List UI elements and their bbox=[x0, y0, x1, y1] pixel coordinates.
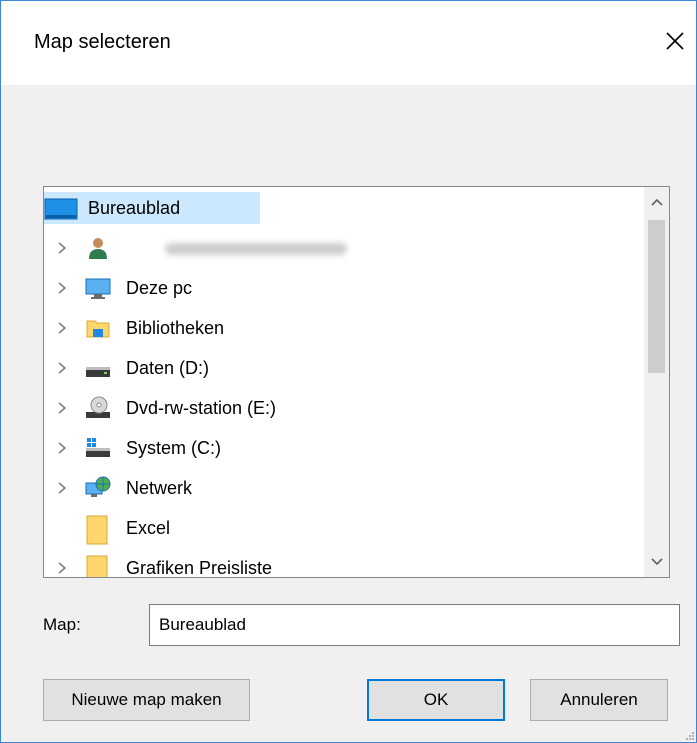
desktop-icon bbox=[44, 198, 78, 220]
system-drive-icon bbox=[85, 435, 111, 461]
blurred-user-name bbox=[165, 243, 347, 255]
tree-item-system-c[interactable]: System (C:) bbox=[44, 430, 644, 466]
resize-grip-icon[interactable] bbox=[685, 731, 695, 741]
dialog-title: Map selecteren bbox=[34, 31, 171, 53]
chevron-right-icon[interactable] bbox=[55, 360, 69, 376]
dvd-drive-icon bbox=[85, 395, 111, 421]
folder-tree-list: Bureaublad Deze pc Bibliotheken Daten (D… bbox=[44, 187, 644, 577]
scroll-down-button[interactable] bbox=[644, 547, 669, 577]
tree-item-daten-d[interactable]: Daten (D:) bbox=[44, 350, 644, 386]
folder-select-dialog: Map selecteren Bureaublad Deze pc Biblio… bbox=[0, 0, 697, 743]
close-icon bbox=[666, 32, 684, 50]
chevron-right-icon[interactable] bbox=[55, 320, 69, 336]
folder-icon bbox=[85, 515, 111, 545]
drive-icon bbox=[85, 355, 111, 381]
computer-icon bbox=[85, 275, 111, 301]
folder-name-input[interactable] bbox=[149, 604, 680, 646]
chevron-right-icon[interactable] bbox=[55, 240, 69, 256]
tree-item-label: Excel bbox=[126, 518, 171, 538]
tree-item-dvd-rw-station[interactable]: Dvd-rw-station (E:) bbox=[44, 390, 644, 426]
tree-item-label: System (C:) bbox=[126, 438, 222, 458]
tree-item-label: Bibliotheken bbox=[126, 318, 225, 338]
tree-item-label: Grafiken Preisliste bbox=[126, 558, 273, 577]
chevron-right-icon[interactable] bbox=[55, 480, 69, 496]
tree-item-label: Deze pc bbox=[126, 278, 193, 298]
chevron-down-icon bbox=[650, 558, 663, 566]
close-button[interactable] bbox=[657, 23, 693, 59]
tree-item-excel[interactable]: Excel bbox=[44, 510, 644, 546]
chevron-right-icon[interactable] bbox=[55, 440, 69, 456]
user-icon bbox=[85, 235, 111, 261]
tree-item-netwerk[interactable]: Netwerk bbox=[44, 470, 644, 506]
scrollbar-thumb[interactable] bbox=[648, 220, 665, 373]
network-icon bbox=[85, 475, 111, 501]
chevron-right-icon[interactable] bbox=[55, 280, 69, 296]
chevron-right-icon[interactable] bbox=[55, 400, 69, 416]
scroll-up-button[interactable] bbox=[644, 187, 669, 217]
tree-item-label: Daten (D:) bbox=[126, 358, 210, 378]
tree-item-label: Bureaublad bbox=[88, 198, 181, 218]
title-bar: Map selecteren bbox=[1, 1, 696, 85]
cancel-button[interactable]: Annuleren bbox=[530, 679, 668, 721]
new-folder-button[interactable]: Nieuwe map maken bbox=[43, 679, 250, 721]
folder-tree[interactable]: Bureaublad Deze pc Bibliotheken Daten (D… bbox=[43, 186, 670, 578]
chevron-right-icon[interactable] bbox=[55, 560, 69, 576]
vertical-scrollbar[interactable] bbox=[644, 187, 669, 577]
tree-item-grafiken-preisliste[interactable]: Grafiken Preisliste bbox=[44, 550, 644, 577]
libraries-icon bbox=[85, 315, 111, 341]
tree-item-label: Dvd-rw-station (E:) bbox=[126, 398, 277, 418]
tree-item-user[interactable] bbox=[44, 230, 644, 266]
chevron-up-icon bbox=[650, 198, 663, 206]
tree-item-bibliotheken[interactable]: Bibliotheken bbox=[44, 310, 644, 346]
tree-item-label: Netwerk bbox=[126, 478, 193, 498]
folder-icon bbox=[85, 555, 111, 577]
tree-item-bureaublad[interactable]: Bureaublad bbox=[44, 190, 644, 226]
tree-item-deze-pc[interactable]: Deze pc bbox=[44, 270, 644, 306]
folder-field-label: Map: bbox=[43, 615, 81, 634]
ok-button[interactable]: OK bbox=[367, 679, 505, 721]
